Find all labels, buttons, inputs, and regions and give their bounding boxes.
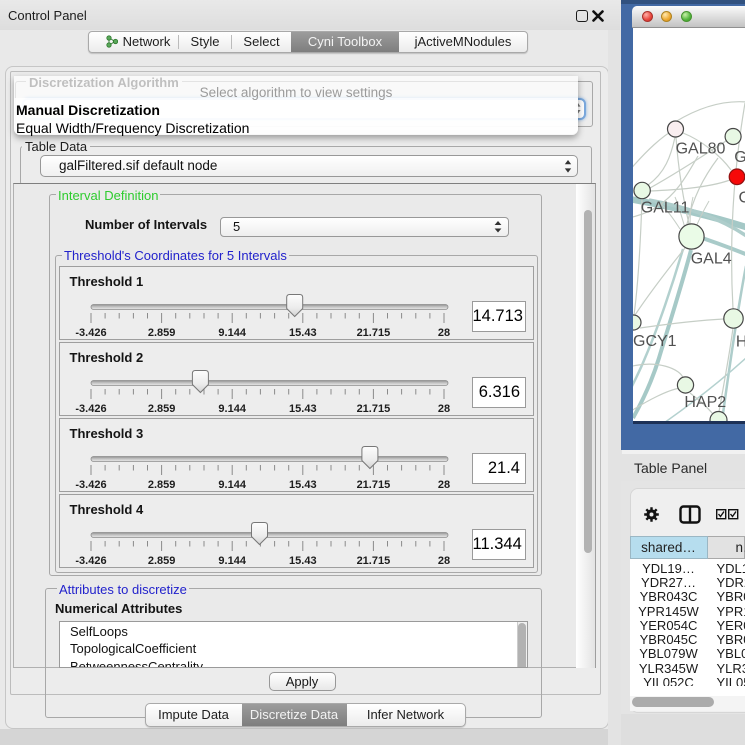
svg-text:15.43: 15.43 [289, 555, 317, 567]
svg-text:9.144: 9.144 [218, 327, 246, 339]
svg-text:GAL4: GAL4 [690, 250, 731, 267]
svg-text:15.43: 15.43 [289, 327, 317, 339]
svg-text:GAL80: GAL80 [675, 140, 725, 157]
svg-text:28: 28 [437, 479, 449, 491]
svg-text:-3.426: -3.426 [75, 327, 106, 339]
svg-text:2.859: 2.859 [147, 403, 175, 415]
svg-text:2.859: 2.859 [147, 479, 175, 491]
svg-text:15.43: 15.43 [289, 403, 317, 415]
svg-text:-3.426: -3.426 [75, 555, 106, 567]
svg-text:21.715: 21.715 [356, 327, 390, 339]
svg-text:28: 28 [437, 555, 449, 567]
svg-text:28: 28 [437, 327, 449, 339]
svg-text:9.144: 9.144 [218, 555, 246, 567]
svg-text:GCY1: GCY1 [633, 333, 677, 350]
svg-text:15.43: 15.43 [289, 479, 317, 491]
svg-text:-3.426: -3.426 [75, 403, 106, 415]
svg-text:GA: GA [734, 149, 745, 166]
svg-text:HAP2: HAP2 [684, 394, 726, 411]
svg-text:2.859: 2.859 [147, 327, 175, 339]
svg-text:9.144: 9.144 [218, 403, 246, 415]
svg-text:C: C [738, 189, 745, 206]
svg-text:21.715: 21.715 [356, 555, 390, 567]
svg-text:21.715: 21.715 [356, 479, 390, 491]
svg-text:9.144: 9.144 [218, 479, 246, 491]
svg-text:HI: HI [735, 333, 745, 350]
svg-text:2.859: 2.859 [147, 555, 175, 567]
svg-text:GAL11: GAL11 [640, 199, 689, 216]
svg-text:21.715: 21.715 [356, 403, 390, 415]
svg-text:-3.426: -3.426 [75, 479, 106, 491]
svg-text:28: 28 [437, 403, 449, 415]
